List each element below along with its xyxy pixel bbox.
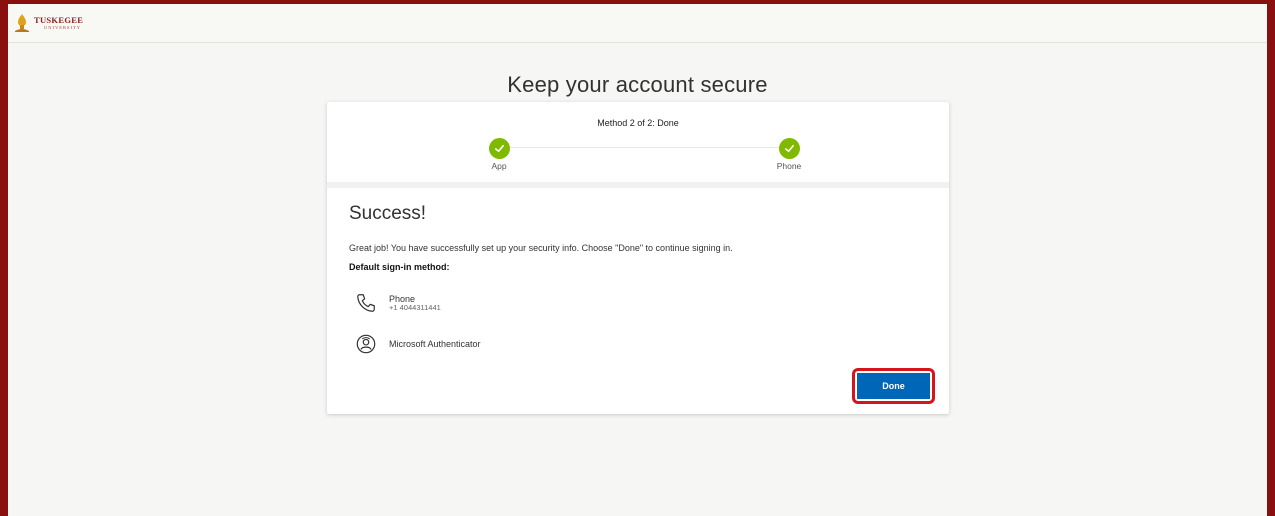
progress-title: Method 2 of 2: Done <box>597 118 679 128</box>
security-card: Method 2 of 2: Done App Phone Success! G… <box>327 102 949 414</box>
divider <box>327 182 949 188</box>
step-label: Phone <box>776 161 802 171</box>
done-button[interactable]: Done <box>857 373 930 399</box>
authenticator-icon <box>353 331 379 357</box>
page-title: Keep your account secure <box>507 72 768 97</box>
tuskegee-logo: TUSKEGEE UNIVERSITY <box>14 13 83 33</box>
header-bar: TUSKEGEE UNIVERSITY <box>8 4 1267 43</box>
checkmark-icon <box>488 138 510 159</box>
brand-name: TUSKEGEE <box>34 14 84 25</box>
page: TUSKEGEE UNIVERSITY Keep your account se… <box>8 4 1267 516</box>
step-app: App <box>469 138 529 171</box>
method-authenticator: Microsoft Authenticator <box>353 331 481 357</box>
phone-number: +1 4044311441 <box>389 302 441 312</box>
step-phone: Phone <box>759 138 819 171</box>
progress-line <box>499 147 789 148</box>
progress-stepper: Method 2 of 2: Done App Phone <box>327 102 949 182</box>
brand-subtitle: UNIVERSITY <box>44 25 81 30</box>
success-message: Great job! You have successfully set up … <box>349 243 733 253</box>
tuskegee-crest-icon <box>15 14 29 32</box>
method-name: Microsoft Authenticator <box>389 338 481 349</box>
method-phone: Phone +1 4044311441 <box>353 290 441 316</box>
default-method-label: Default sign-in method: <box>349 262 450 272</box>
phone-icon <box>353 290 379 316</box>
step-label: App <box>491 161 507 171</box>
success-title: Success! <box>349 203 427 224</box>
checkmark-icon <box>778 138 800 159</box>
